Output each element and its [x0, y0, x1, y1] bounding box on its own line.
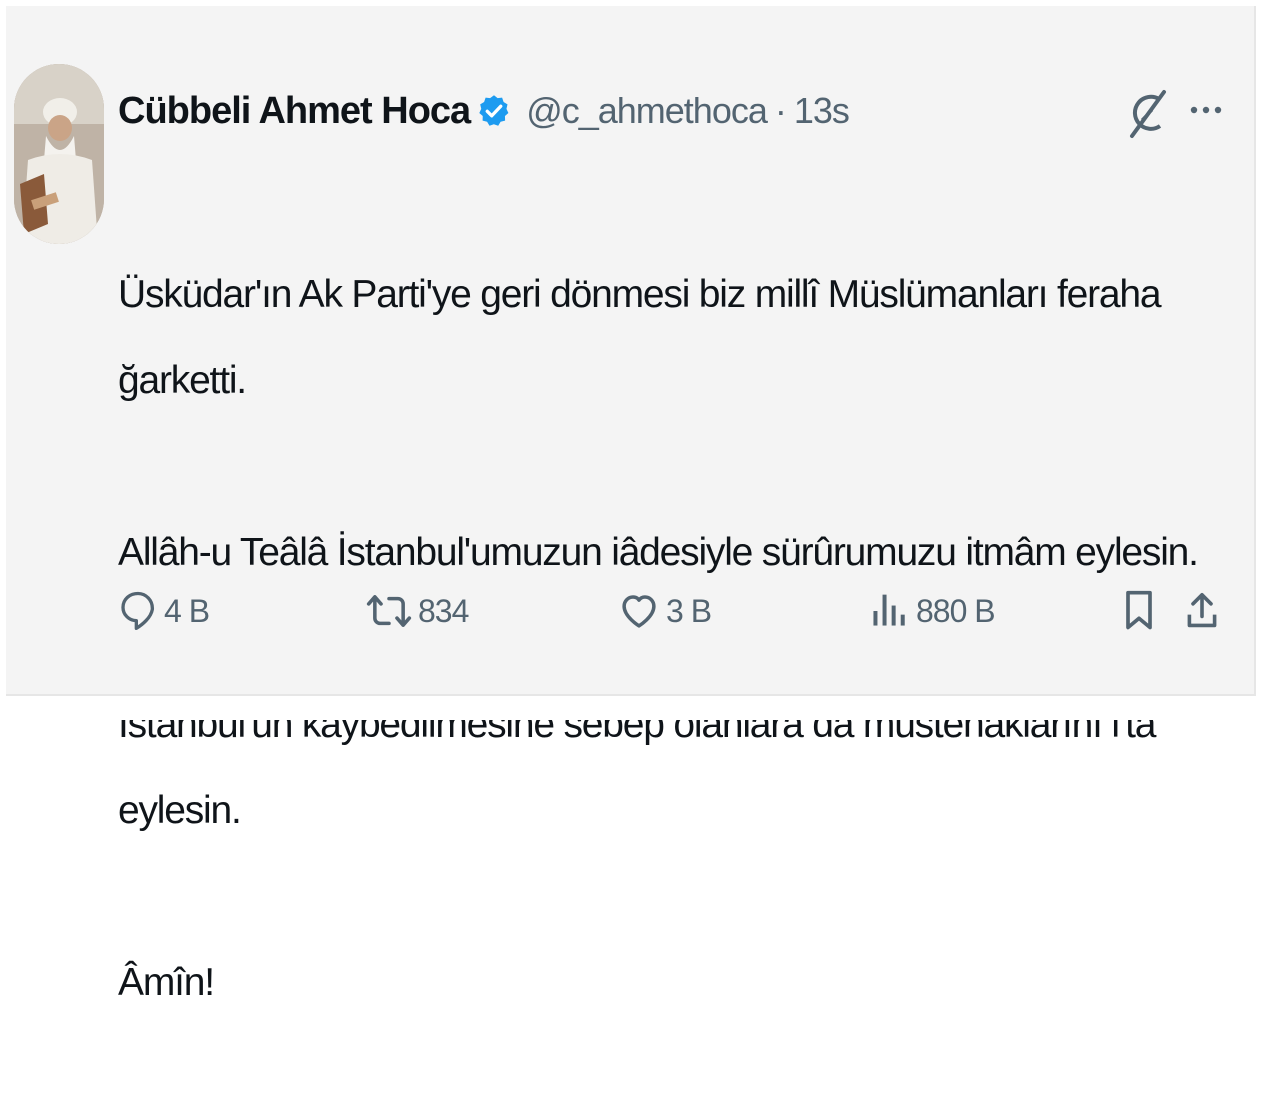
share-button[interactable] — [1184, 576, 1220, 646]
views-button[interactable]: 880 B — [870, 576, 996, 646]
time-separator: · — [774, 90, 787, 131]
verified-badge-icon — [476, 93, 512, 129]
reply-count: 4 B — [164, 592, 210, 629]
share-icon — [1187, 593, 1217, 628]
like-button[interactable]: 3 B — [618, 576, 712, 646]
tweet-header: Cübbeli Ahmet Hoca @c_ahmethoca · 13s — [118, 76, 850, 146]
bottom-divider — [0, 696, 1280, 720]
tweet-time[interactable]: 13s — [794, 90, 850, 132]
author-handle[interactable]: @c_ahmethoca — [526, 90, 768, 132]
more-dots-icon[interactable] — [1186, 100, 1226, 120]
retweet-icon — [366, 595, 412, 627]
grok-icon[interactable] — [1124, 86, 1170, 142]
retweet-count: 834 — [418, 592, 469, 629]
tweet-actions: 4 B 834 3 B 880 B — [6, 576, 1254, 646]
views-count: 880 B — [916, 592, 996, 629]
tweet-text-line: Üsküdar'ın Ak Parti'ye geri dönmesi biz … — [118, 273, 1162, 402]
like-count: 3 B — [666, 592, 712, 629]
reply-button[interactable]: 4 B — [118, 576, 210, 646]
views-bar-chart-icon — [873, 594, 905, 626]
tweet-text-line: Âmîn! — [118, 961, 215, 1004]
tweet-card[interactable]: Cübbeli Ahmet Hoca @c_ahmethoca · 13s Üs… — [6, 6, 1256, 1004]
author-name[interactable]: Cübbeli Ahmet Hoca — [118, 90, 471, 133]
reply-icon — [121, 591, 154, 630]
retweet-button[interactable]: 834 — [366, 576, 469, 646]
heart-icon — [622, 595, 656, 628]
bookmark-button[interactable] — [1122, 576, 1156, 646]
screenshot-frame: Cübbeli Ahmet Hoca @c_ahmethoca · 13s Üs… — [0, 0, 1280, 1004]
avatar[interactable] — [14, 64, 104, 244]
bookmark-icon — [1126, 590, 1152, 630]
